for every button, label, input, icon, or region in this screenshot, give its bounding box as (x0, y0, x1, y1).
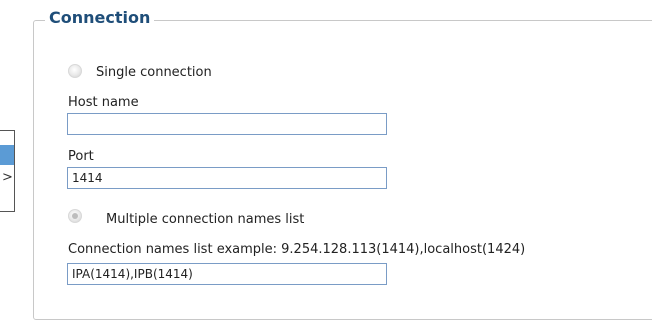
port-label: Port (68, 149, 94, 164)
selected-list-item[interactable] (0, 145, 14, 165)
connection-names-input[interactable]: IPA(1414),IPB(1414) (67, 263, 387, 285)
connection-legend: Connection (45, 8, 155, 27)
chevron-right-icon[interactable]: > (2, 171, 13, 185)
single-connection-label: Single connection (96, 65, 212, 80)
connection-names-example: Connection names list example: 9.254.128… (68, 242, 526, 257)
single-connection-radio[interactable] (68, 64, 82, 78)
host-name-input[interactable] (67, 113, 387, 135)
port-input[interactable]: 1414 (67, 167, 387, 189)
multiple-connection-radio[interactable] (68, 209, 82, 223)
host-name-label: Host name (68, 95, 139, 110)
side-panel-fragment: > (0, 130, 15, 212)
multiple-connection-label: Multiple connection names list (106, 212, 305, 227)
